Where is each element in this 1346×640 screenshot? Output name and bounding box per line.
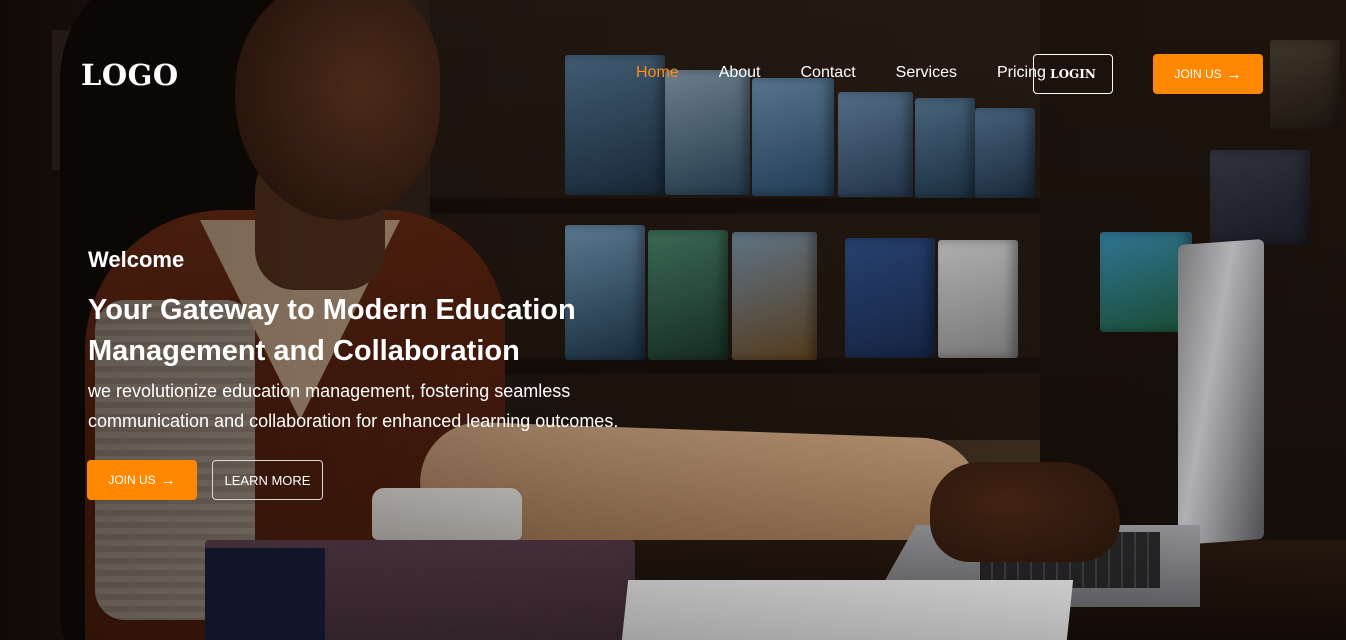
learn-more-label: LEARN MORE — [224, 472, 311, 488]
login-button[interactable]: LOGIN — [1033, 54, 1113, 94]
hero-join-label: JOIN US — [108, 473, 156, 487]
nav-home[interactable]: Home — [636, 64, 679, 82]
nav-services[interactable]: Services — [896, 64, 957, 82]
main-nav: Home About Contact Services Pricing — [636, 64, 1086, 82]
arrow-right-icon: → — [1226, 65, 1242, 83]
hero-subtext: we revolutionize education management, f… — [88, 381, 619, 431]
learn-more-button[interactable]: LEARN MORE — [212, 460, 323, 500]
hero-welcome: Welcome — [88, 247, 185, 272]
nav-about[interactable]: About — [719, 64, 761, 82]
header-join-button[interactable]: JOIN US → — [1153, 54, 1263, 94]
hero-headline: Your Gateway to Modern Education Managem… — [88, 294, 576, 367]
login-button-label: LOGIN — [1050, 67, 1096, 81]
nav-contact[interactable]: Contact — [801, 64, 856, 82]
header-join-label: JOIN US — [1174, 67, 1222, 81]
hero-join-button[interactable]: JOIN US → — [87, 460, 197, 500]
logo[interactable]: LOGO — [81, 58, 179, 92]
arrow-right-icon: → — [160, 471, 176, 489]
hero-section: LOGO Home About Contact Services Pricing… — [0, 0, 1346, 640]
